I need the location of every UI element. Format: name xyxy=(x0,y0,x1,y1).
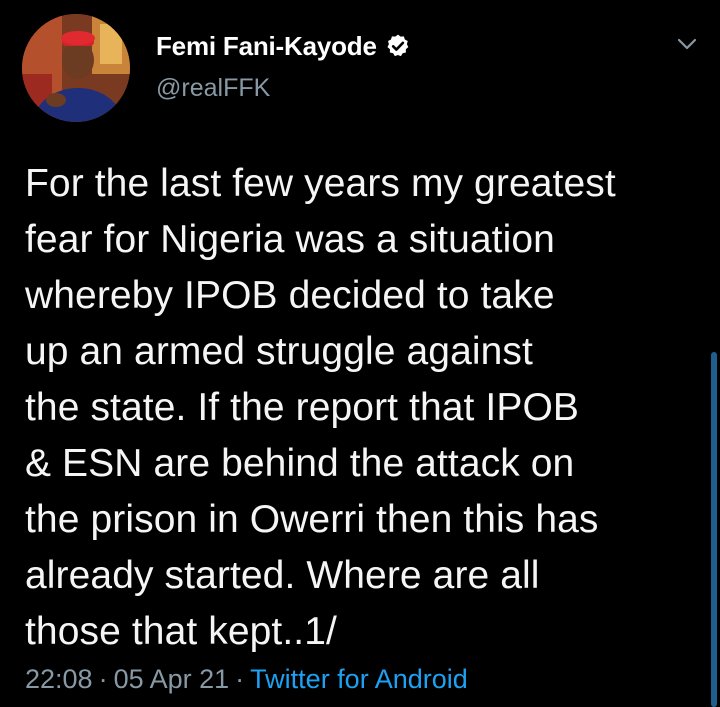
tweet-line: & ESN are behind the attack on xyxy=(25,442,575,485)
display-name[interactable]: Femi Fani-Kayode xyxy=(156,31,377,62)
tweet-line: the prison in Owerri then this has xyxy=(25,498,599,541)
tweet-time[interactable]: 22:08 xyxy=(25,664,93,694)
tweet-meta: 22:08 · 05 Apr 21 · Twitter for Android xyxy=(25,664,468,695)
scrollbar[interactable] xyxy=(711,352,717,707)
tweet-line: already started. Where are all xyxy=(25,554,540,597)
meta-separator: · xyxy=(98,664,108,694)
tweet-date[interactable]: 05 Apr 21 xyxy=(114,664,230,694)
meta-separator: · xyxy=(235,664,245,694)
chevron-down-icon[interactable] xyxy=(676,36,698,52)
name-row: Femi Fani-Kayode xyxy=(156,26,411,66)
profile-photo-icon xyxy=(22,14,130,122)
tweet: Femi Fani-Kayode @realFFK For the last f… xyxy=(0,0,720,707)
user-handle[interactable]: @realFFK xyxy=(156,74,411,103)
tweet-line: up an armed struggle against xyxy=(25,330,533,373)
verified-badge-icon xyxy=(385,33,411,59)
tweet-text: For the last few years my greatest fear … xyxy=(25,156,695,660)
tweet-line: the state. If the report that IPOB xyxy=(25,386,580,429)
tweet-line: those that kept..1/ xyxy=(25,610,337,653)
avatar[interactable] xyxy=(22,14,130,122)
tweet-line: whereby IPOB decided to take xyxy=(25,274,555,317)
tweet-line: fear for Nigeria was a situation xyxy=(25,218,555,261)
author-block: Femi Fani-Kayode @realFFK xyxy=(156,26,411,103)
tweet-source-link[interactable]: Twitter for Android xyxy=(250,664,468,694)
tweet-line: For the last few years my greatest xyxy=(25,162,616,205)
